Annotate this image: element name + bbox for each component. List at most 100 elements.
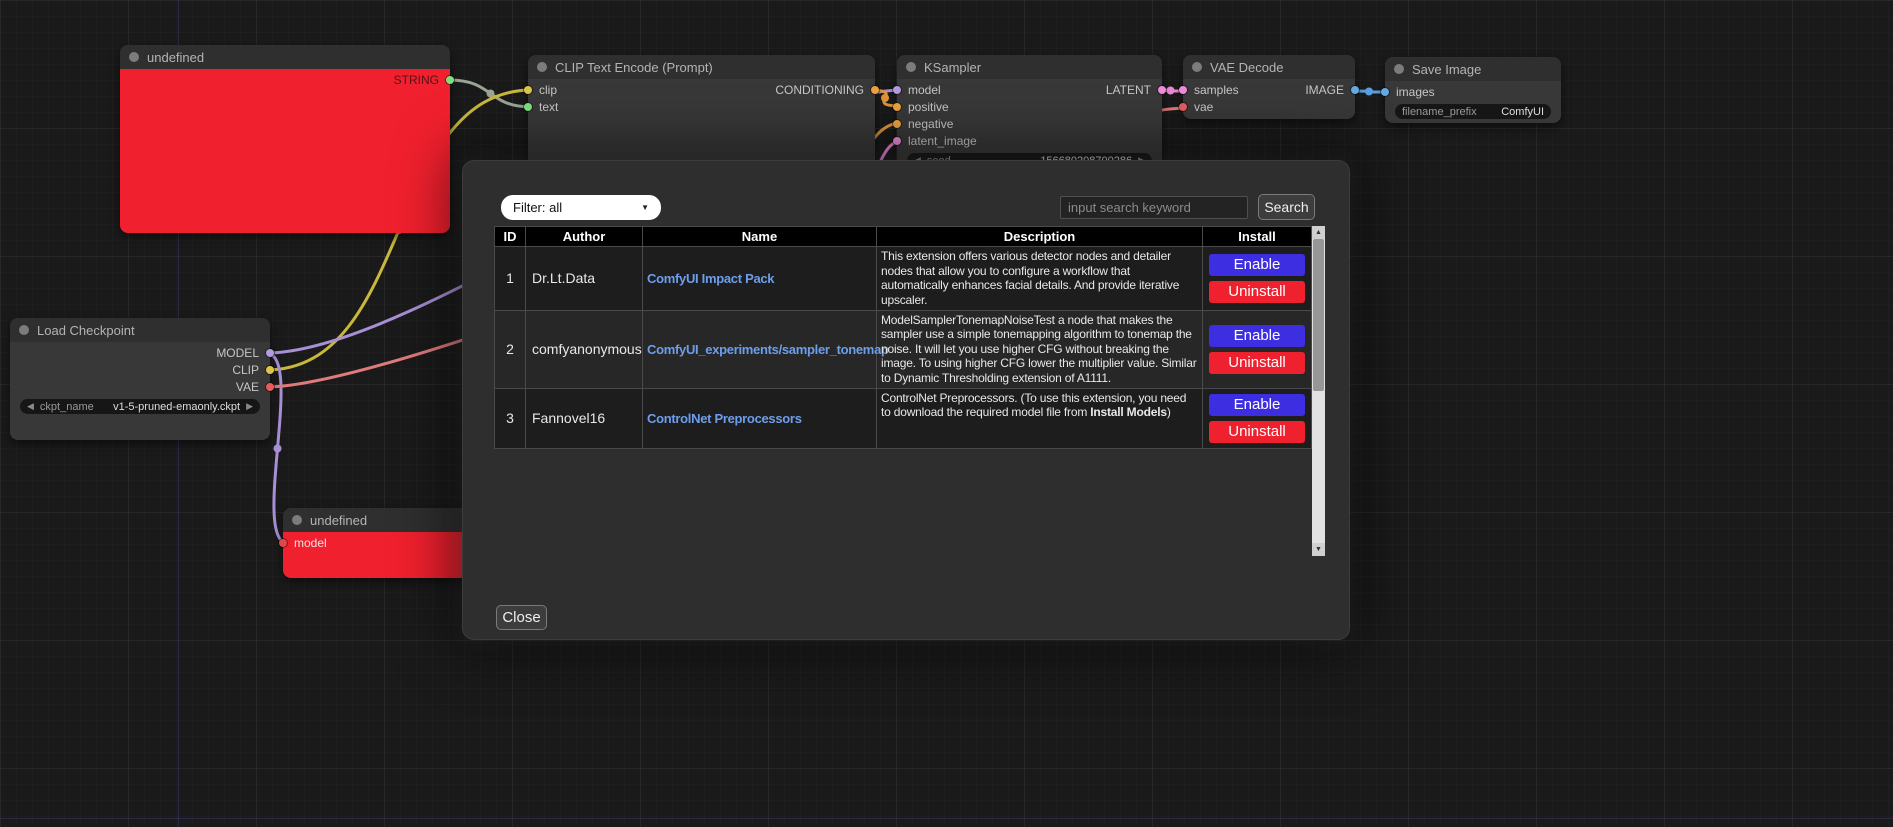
node-title-bar[interactable]: Save Image [1385,57,1561,81]
node-title-bar[interactable]: undefined [120,45,450,69]
node-body: images filename_prefix ComfyUI [1385,81,1561,123]
slot-row: VAE [10,379,270,396]
extension-id-cell: 3 [495,388,526,448]
input-slot-label: clip [539,82,557,99]
input-slot-label: samples [1194,82,1239,99]
grid-axis-horizontal [0,818,1893,819]
node-status-dot [129,52,139,62]
uninstall-button[interactable]: Uninstall [1209,421,1305,443]
node-body: STRING [120,69,450,233]
close-button[interactable]: Close [496,605,547,630]
extension-name-cell: ControlNet Preprocessors [643,388,877,448]
node-title-bar[interactable]: VAE Decode [1183,55,1355,79]
input-slot-label: latent_image [908,133,977,150]
extensions-table-container: IDAuthorNameDescriptionInstall 1Dr.Lt.Da… [494,226,1311,449]
install-buttons: Enable Uninstall [1209,251,1305,306]
output-slot-label: LATENT [1106,82,1151,99]
extension-install-cell: Enable Uninstall [1203,388,1312,448]
ckpt-name-widget[interactable]: ◀ ckpt_name v1-5-pruned-emaonly.ckpt ▶ [20,399,260,414]
output-slot-label: VAE [236,379,259,396]
link-midpoint-dot [881,94,889,102]
link-wire [449,80,532,107]
node-save-image[interactable]: Save Image images filename_prefix ComfyUI [1385,57,1561,123]
model-input-slot[interactable] [893,86,901,94]
node-title: Save Image [1412,62,1481,77]
filter-select-value: Filter: all [513,200,562,215]
node-status-dot [19,325,29,335]
samples-input-slot[interactable] [1179,86,1187,94]
extension-id-cell: 2 [495,310,526,388]
node-undefined[interactable]: undefinedSTRING [120,45,450,233]
scroll-up-arrow-icon[interactable]: ▲ [1312,226,1325,239]
uninstall-button[interactable]: Uninstall [1209,281,1305,303]
extension-author-cell: Fannovel16 [526,388,643,448]
extension-name-link[interactable]: ComfyUI_experiments/sampler_tonemap [647,342,889,357]
node-title-bar[interactable]: KSampler [897,55,1162,79]
filename-prefix-widget[interactable]: filename_prefix ComfyUI [1395,104,1551,119]
model-output-slot[interactable] [266,349,274,357]
extension-name-link[interactable]: ControlNet Preprocessors [647,411,802,426]
slot-row: MODEL [10,345,270,362]
input-slot-label: vae [1194,99,1213,116]
scroll-thumb[interactable] [1313,239,1324,391]
slot-row: positive [897,99,1162,116]
clip-input-slot[interactable] [524,86,532,94]
column-header-id: ID [495,227,526,247]
widget-label: filename_prefix [1402,106,1477,118]
widget-value: v1-5-pruned-emaonly.ckpt [113,401,240,413]
link-midpoint-dot [274,445,282,453]
search-input[interactable] [1060,196,1248,219]
conditioning-output-slot[interactable] [871,86,879,94]
vae-output-slot[interactable] [266,383,274,391]
node-title: CLIP Text Encode (Prompt) [555,60,713,75]
widget-value: ComfyUI [1501,106,1544,118]
enable-button[interactable]: Enable [1209,254,1305,276]
search-button[interactable]: Search [1258,194,1315,220]
decrement-arrow-icon[interactable]: ◀ [27,399,34,414]
images-input-slot[interactable] [1381,88,1389,96]
node-vae-decode[interactable]: VAE Decode samplesIMAGEvae [1183,55,1355,119]
slot-row: samplesIMAGE [1183,82,1355,99]
node-title: undefined [310,513,367,528]
slot-row: latent_image [897,133,1162,150]
enable-button[interactable]: Enable [1209,325,1305,347]
vae-input-slot[interactable] [1179,103,1187,111]
enable-button[interactable]: Enable [1209,394,1305,416]
extension-name-cell: ComfyUI Impact Pack [643,247,877,311]
increment-arrow-icon[interactable]: ▶ [246,399,253,414]
install-buttons: Enable Uninstall [1209,391,1305,446]
latent-output-slot[interactable] [1158,86,1166,94]
model-input-slot[interactable] [279,539,287,547]
extension-install-cell: Enable Uninstall [1203,247,1312,311]
node-title-bar[interactable]: CLIP Text Encode (Prompt) [528,55,875,79]
node-load-checkpoint[interactable]: Load CheckpointMODELCLIPVAE◀ckpt_namev1-… [10,318,270,440]
node-title: Load Checkpoint [37,323,135,338]
slot-row: text [528,99,875,116]
text-input-slot[interactable] [524,103,532,111]
negative-input-slot[interactable] [893,120,901,128]
clip-output-slot[interactable] [266,366,274,374]
slot-row: negative [897,116,1162,133]
input-slot-label: negative [908,116,953,133]
node-title: KSampler [924,60,981,75]
output-slot-label: MODEL [216,345,259,362]
filter-select[interactable]: Filter: all ▼ [501,195,661,220]
uninstall-button[interactable]: Uninstall [1209,352,1305,374]
node-status-dot [537,62,547,72]
positive-input-slot[interactable] [893,103,901,111]
slot-row: images [1385,84,1561,101]
image-output-slot[interactable] [1351,86,1359,94]
column-header-description: Description [877,227,1203,247]
scroll-down-arrow-icon[interactable]: ▼ [1312,543,1325,556]
extension-name-link[interactable]: ComfyUI Impact Pack [647,271,774,286]
extension-name-cell: ComfyUI_experiments/sampler_tonemap [643,310,877,388]
string-output-slot[interactable] [446,76,454,84]
node-body: MODELCLIPVAE◀ckpt_namev1-5-pruned-emaonl… [10,342,270,440]
node-title-bar[interactable]: Load Checkpoint [10,318,270,342]
widget-label: ckpt_name [40,401,94,413]
latent-image-input-slot[interactable] [893,137,901,145]
table-scrollbar[interactable]: ▲ ▼ [1312,226,1325,556]
node-status-dot [906,62,916,72]
custom-nodes-manager-dialog: Filter: all ▼ Search IDAuthorNameDescrip… [462,160,1350,640]
extensions-table: IDAuthorNameDescriptionInstall 1Dr.Lt.Da… [494,226,1312,449]
